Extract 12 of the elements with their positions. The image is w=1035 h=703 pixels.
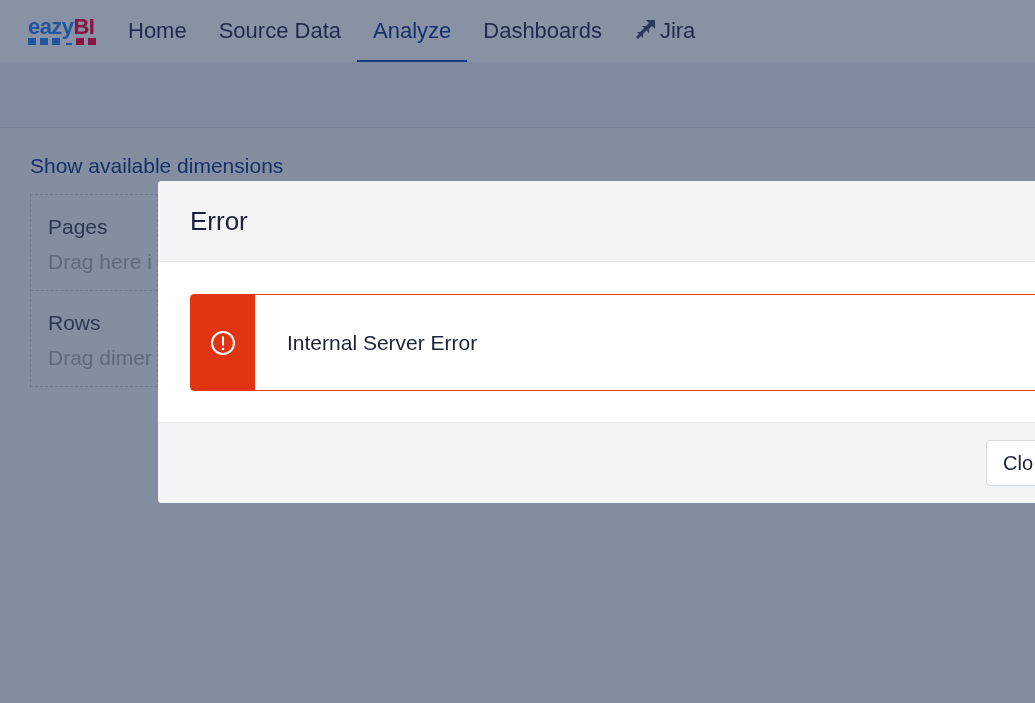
nav-tab[interactable]: Home — [112, 0, 203, 62]
nav-tab[interactable]: Dashboards — [467, 0, 618, 62]
drop-area-title: Rows — [48, 309, 102, 336]
show-dimensions-link[interactable]: Show available dimensions — [30, 154, 284, 177]
close-button[interactable]: Clo — [986, 440, 1035, 486]
nav-tab[interactable]: Jira — [617, 0, 712, 62]
alert-message: Internal Server Error — [287, 329, 478, 356]
drop-area-title: Pages — [48, 213, 109, 240]
dialog-title: Error — [190, 204, 248, 238]
logo[interactable]: eazyBI — [28, 16, 100, 46]
nav-tab[interactable]: Source Data — [202, 0, 357, 62]
alert-icon — [210, 329, 236, 356]
